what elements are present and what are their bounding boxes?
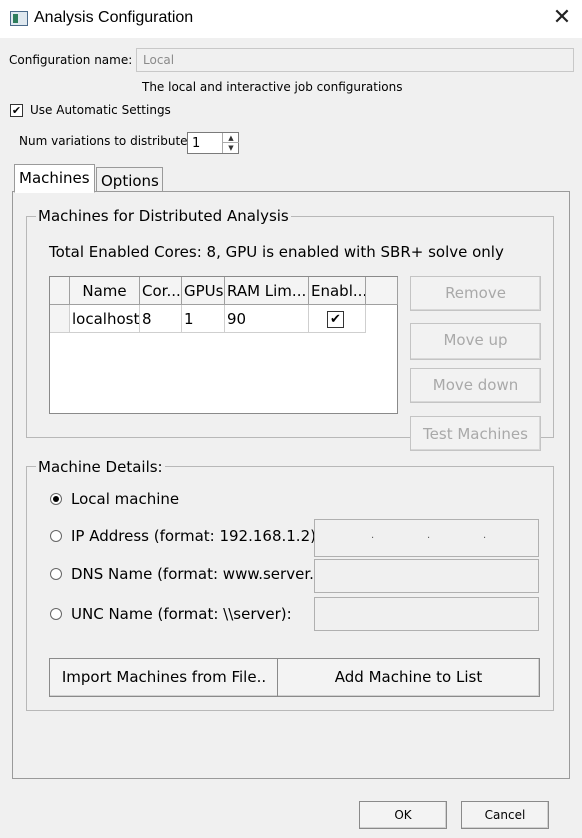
tab-machines[interactable]: Machines bbox=[14, 164, 95, 193]
close-icon[interactable]: ✕ bbox=[548, 4, 576, 32]
column-header-name[interactable]: Name bbox=[70, 277, 140, 305]
column-header-cores[interactable]: Cor... bbox=[140, 277, 182, 305]
config-name-label: Configuration name: bbox=[9, 53, 133, 67]
ip-address-input[interactable]: . . . bbox=[314, 519, 539, 557]
tab-options[interactable]: Options bbox=[96, 167, 163, 192]
import-machines-button[interactable]: Import Machines from File.. bbox=[49, 658, 279, 697]
enabled-cores-summary: Total Enabled Cores: 8, GPU is enabled w… bbox=[49, 243, 504, 261]
ip-address-label: IP Address (format: 192.168.1.2): bbox=[71, 527, 322, 545]
unc-name-input[interactable] bbox=[314, 597, 539, 631]
unc-name-radio[interactable] bbox=[50, 608, 62, 620]
spin-down-icon[interactable]: ▼ bbox=[223, 143, 239, 153]
spin-buttons: ▲ ▼ bbox=[222, 133, 239, 153]
column-header-filler bbox=[366, 277, 398, 305]
table-corner bbox=[50, 277, 70, 305]
config-name-field[interactable]: Local bbox=[136, 48, 574, 72]
ip-dot: . bbox=[371, 530, 375, 541]
remove-button[interactable]: Remove bbox=[410, 276, 541, 311]
cell-enabled[interactable]: ✔ bbox=[309, 305, 366, 333]
cell-name[interactable]: localhost bbox=[70, 305, 140, 333]
cell-gpus[interactable]: 1 bbox=[182, 305, 225, 333]
enabled-checkbox[interactable]: ✔ bbox=[327, 311, 344, 328]
app-window-icon bbox=[10, 11, 28, 26]
checkmark-icon: ✔ bbox=[11, 104, 22, 117]
column-header-enabled[interactable]: Enabl... bbox=[309, 277, 366, 305]
column-header-ram[interactable]: RAM Lim... bbox=[225, 277, 309, 305]
test-machines-button[interactable]: Test Machines bbox=[410, 416, 541, 451]
dns-name-radio[interactable] bbox=[50, 568, 62, 580]
add-machine-button[interactable]: Add Machine to List bbox=[277, 658, 540, 697]
machines-table: Name Cor... GPUs RAM Lim... Enabl... loc… bbox=[49, 276, 398, 414]
machines-group-title: Machines for Distributed Analysis bbox=[36, 207, 291, 225]
row-header[interactable] bbox=[50, 305, 70, 333]
checkmark-icon: ✔ bbox=[330, 312, 341, 327]
cell-ram[interactable]: 90 bbox=[225, 305, 309, 333]
local-machine-radio[interactable] bbox=[50, 493, 62, 505]
unc-name-label: UNC Name (format: \\server): bbox=[71, 605, 292, 623]
ip-dot: . bbox=[483, 530, 487, 541]
cell-cores[interactable]: 8 bbox=[140, 305, 182, 333]
column-header-gpus[interactable]: GPUs bbox=[182, 277, 225, 305]
ip-address-radio[interactable] bbox=[50, 530, 62, 542]
ok-button[interactable]: OK bbox=[359, 801, 447, 829]
move-down-button[interactable]: Move down bbox=[410, 368, 541, 403]
num-variations-stepper[interactable]: 1 ▲ ▼ bbox=[187, 132, 239, 154]
window-title: Analysis Configuration bbox=[34, 9, 194, 26]
dns-name-input[interactable] bbox=[314, 559, 539, 593]
move-up-button[interactable]: Move up bbox=[410, 323, 541, 360]
local-machine-label: Local machine bbox=[71, 490, 180, 508]
machine-details-title: Machine Details: bbox=[36, 458, 165, 476]
num-variations-value[interactable]: 1 bbox=[192, 136, 200, 151]
auto-settings-label: Use Automatic Settings bbox=[30, 103, 171, 117]
config-description: The local and interactive job configurat… bbox=[142, 80, 403, 94]
spin-up-icon[interactable]: ▲ bbox=[223, 133, 239, 143]
auto-settings-checkbox[interactable]: ✔ bbox=[10, 104, 23, 117]
title-bar: Analysis Configuration ✕ bbox=[0, 0, 582, 38]
ip-dot: . bbox=[427, 530, 431, 541]
cancel-button[interactable]: Cancel bbox=[461, 801, 549, 829]
dns-name-label: DNS Name (format: www.server.c bbox=[71, 565, 313, 583]
num-variations-label: Num variations to distribute: bbox=[19, 134, 192, 148]
